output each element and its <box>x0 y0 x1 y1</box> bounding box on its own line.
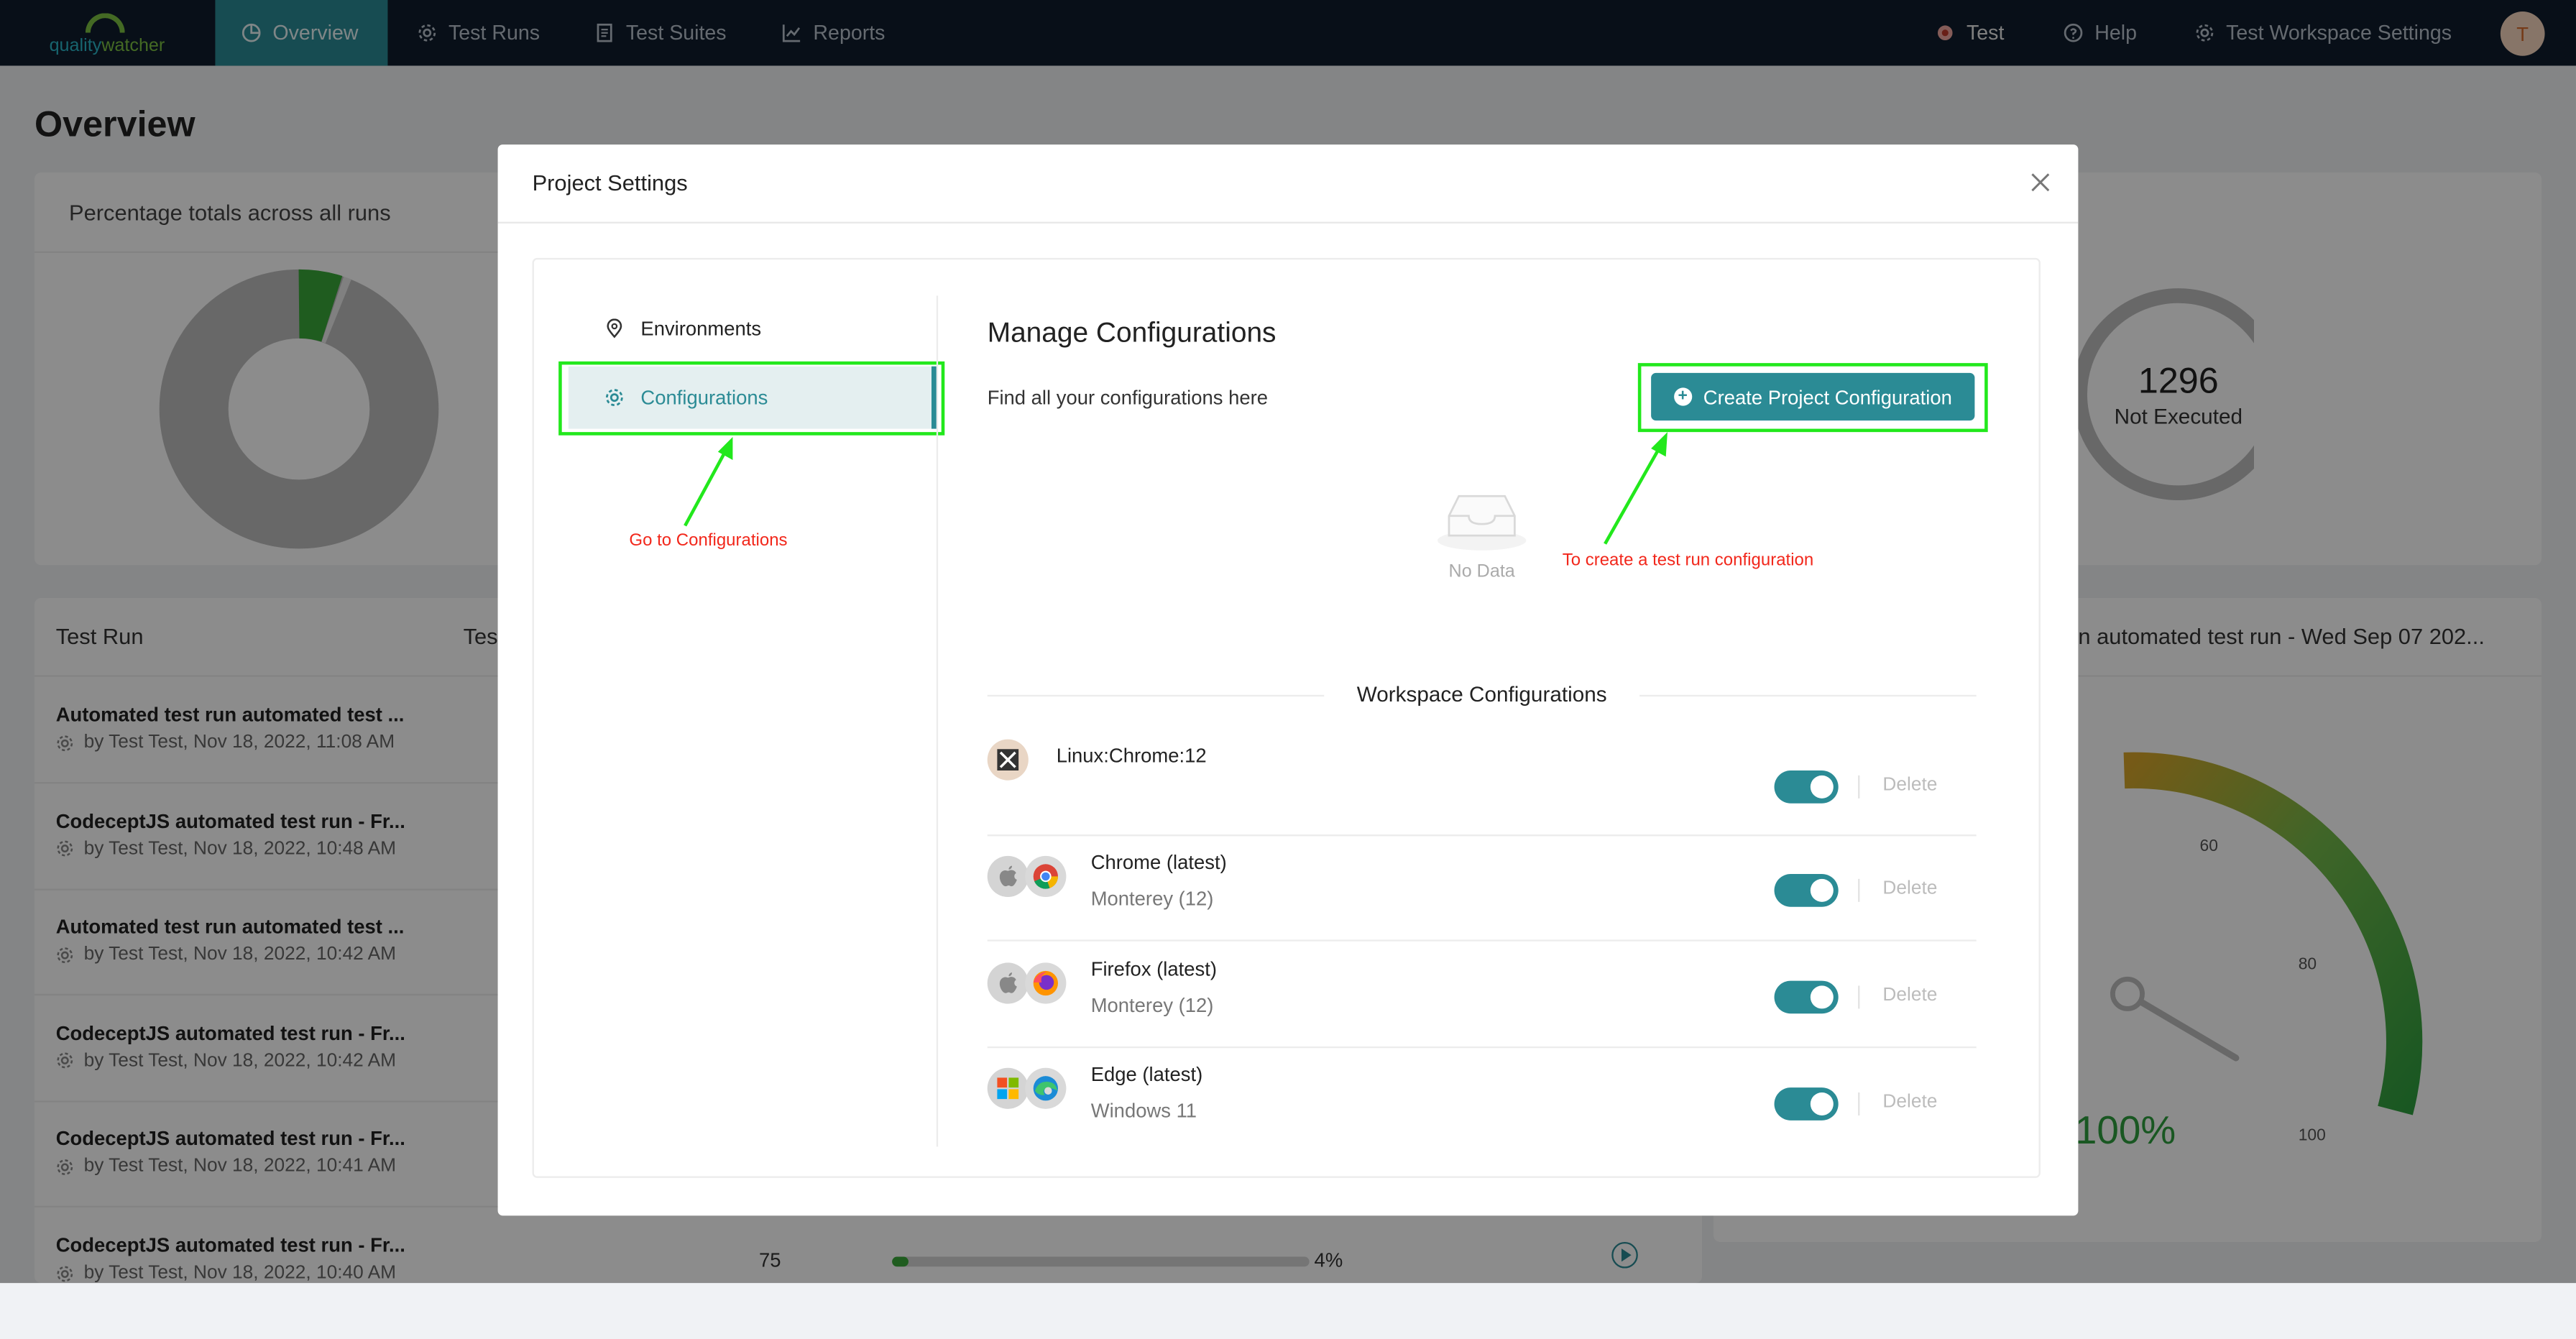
divider-line <box>1639 694 1977 697</box>
delete-config-button[interactable]: Delete <box>1882 1092 1937 1112</box>
config-row-edge: Edge (latest) Windows 11 Delete <box>987 1048 1977 1153</box>
workspace-configurations-title: Workspace Configurations <box>1356 681 1607 707</box>
config-os: Monterey (12) <box>1090 887 1214 911</box>
windows-icon <box>987 1067 1029 1109</box>
config-os: Monterey (12) <box>1090 993 1214 1017</box>
edge-icon <box>1025 1067 1067 1109</box>
sidebar-divider <box>936 295 939 1147</box>
location-pin-icon <box>607 318 622 339</box>
delete-config-button[interactable]: Delete <box>1882 985 1937 1005</box>
empty-inbox-icon <box>1437 494 1527 551</box>
create-button-highlight-box <box>1637 363 1988 433</box>
modal-header: Project Settings <box>497 144 2079 224</box>
sidebar-item-label: Environments <box>640 317 762 341</box>
config-row-firefox: Firefox (latest) Monterey (12) Delete <box>987 943 1977 1049</box>
chrome-icon <box>1025 855 1067 897</box>
project-settings-modal: Project Settings Environments Configurat… <box>497 144 2079 1216</box>
config-name: Linux:Chrome:12 <box>1056 744 1207 768</box>
config-enabled-toggle[interactable] <box>1774 1087 1839 1121</box>
config-name: Edge (latest) <box>1090 1062 1203 1086</box>
config-enabled-toggle[interactable] <box>1774 873 1839 907</box>
config-enabled-toggle[interactable] <box>1774 980 1839 1014</box>
config-enabled-toggle[interactable] <box>1774 770 1839 804</box>
config-name: Chrome (latest) <box>1090 850 1227 874</box>
config-row-chrome: Chrome (latest) Monterey (12) Delete <box>987 836 1977 942</box>
configurations-highlight-box <box>558 361 945 436</box>
separator <box>1858 775 1860 799</box>
delete-config-button[interactable]: Delete <box>1882 776 1937 795</box>
config-row-linux-chrome: Linux:Chrome:12 Delete <box>987 731 1977 837</box>
firefox-icon <box>1025 962 1067 1004</box>
manage-configurations-title: Manage Configurations <box>987 317 1276 349</box>
apple-icon <box>987 855 1029 897</box>
no-data-text: No Data <box>1448 561 1515 582</box>
separator <box>1858 878 1860 902</box>
manage-configurations-subtitle: Find all your configurations here <box>987 386 1269 410</box>
settings-panel: Environments Configurations Go to Config… <box>532 257 2041 1178</box>
config-os: Windows 11 <box>1090 1099 1197 1123</box>
separator <box>1858 985 1860 1009</box>
apple-icon <box>987 962 1029 1004</box>
sidebar-item-environments[interactable]: Environments <box>569 298 937 360</box>
annotation-arrow-up <box>684 436 733 527</box>
delete-config-button[interactable]: Delete <box>1882 879 1937 898</box>
modal-title: Project Settings <box>532 170 688 195</box>
divider-line <box>987 694 1325 697</box>
config-name: Firefox (latest) <box>1090 957 1217 981</box>
linux-icon <box>987 739 1029 781</box>
close-icon[interactable] <box>2025 167 2055 197</box>
annotation-arrow-up <box>1604 432 1668 545</box>
go-to-configurations-annotation: Go to Configurations <box>629 530 788 551</box>
separator <box>1858 1092 1860 1115</box>
create-configuration-annotation: To create a test run configuration <box>1562 550 1814 571</box>
